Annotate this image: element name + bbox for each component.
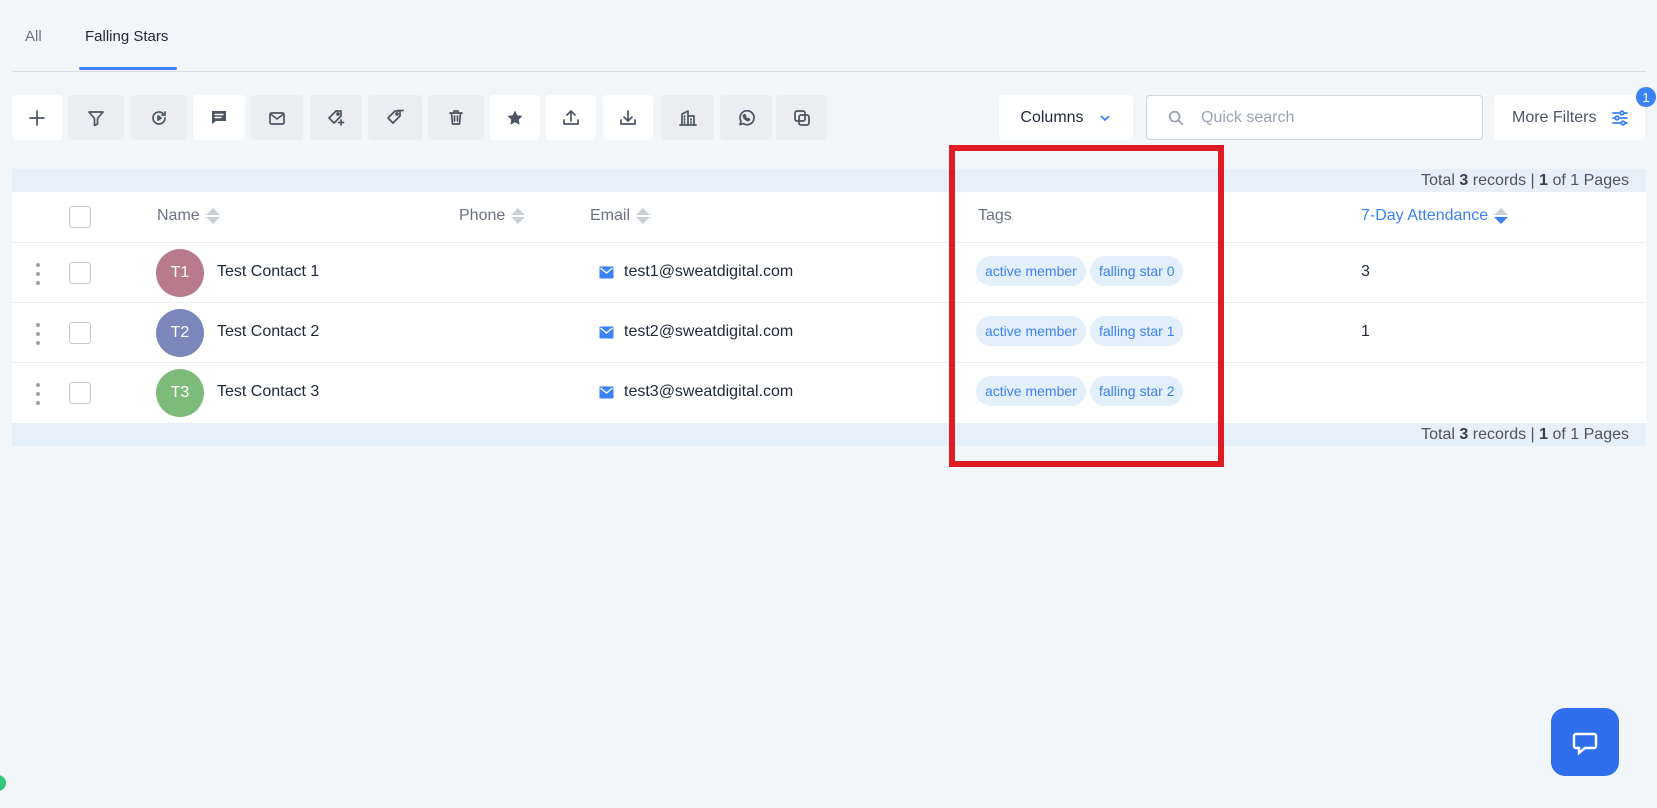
tags-highlight-box [949, 145, 1224, 467]
pager-total: 3 [1459, 172, 1469, 189]
import-icon [620, 109, 636, 125]
email-text: test3@sweatdigital.com [624, 383, 794, 400]
row-actions-icon[interactable] [32, 323, 44, 345]
table-row[interactable]: T1 Test Contact 1 test1@sweatdigital.com… [12, 243, 1646, 303]
avatar: T1 [156, 249, 204, 297]
automation-icon [152, 110, 166, 125]
quick-search [1146, 95, 1483, 140]
pager-of-text: of 1 Pages [1548, 426, 1629, 443]
row-checkbox[interactable] [69, 382, 91, 404]
pager-total: 3 [1459, 426, 1469, 443]
tab-all[interactable]: All [25, 28, 42, 45]
pager-page: 1 [1539, 172, 1549, 189]
pagination-summary-bottom: Total 3 records | 1 of 1 Pages [12, 423, 1646, 446]
more-filters-button[interactable]: More Filters [1494, 95, 1645, 140]
filter-count-badge: 1 [1636, 87, 1656, 107]
sort-desc-icon [1494, 208, 1509, 224]
view-tabs: All Falling Stars [12, 0, 1646, 72]
delete-button[interactable] [428, 95, 484, 140]
merge-icon [793, 109, 810, 126]
column-header-phone[interactable]: Phone [459, 207, 526, 225]
row-actions-icon[interactable] [32, 263, 44, 285]
column-label: 7-Day Attendance [1361, 207, 1489, 224]
quick-search-input[interactable] [1201, 108, 1471, 127]
import-button[interactable] [603, 95, 653, 140]
whatsapp-icon [739, 109, 755, 126]
envelope-icon [599, 326, 614, 338]
contact-name[interactable]: Test Contact 3 [217, 383, 319, 401]
row-actions-icon[interactable] [32, 383, 44, 405]
company-icon [678, 109, 697, 126]
column-label: Name [157, 207, 200, 224]
send-sms-button[interactable] [193, 95, 245, 140]
add-tag-icon [328, 109, 345, 126]
pager-records-text: records | [1468, 426, 1540, 443]
status-indicator [0, 775, 6, 791]
sms-icon [212, 110, 226, 124]
row-checkbox[interactable] [69, 262, 91, 284]
row-checkbox[interactable] [69, 322, 91, 344]
pagination-summary-top: Total 3 records | 1 of 1 Pages [12, 169, 1646, 192]
select-all-checkbox[interactable] [69, 206, 91, 228]
column-label: Email [590, 207, 631, 224]
search-icon [1168, 110, 1184, 125]
chat-bubble-icon [1572, 732, 1598, 756]
remove-tag-icon [387, 109, 404, 124]
contacts-table: Name Phone Email Tags 7-Day Attendance T… [12, 192, 1646, 423]
sort-icon [511, 208, 526, 224]
filter-icon [88, 110, 104, 126]
column-label: Phone [459, 207, 506, 224]
table-row[interactable]: T2 Test Contact 2 test2@sweatdigital.com… [12, 303, 1646, 363]
contact-email[interactable]: test1@sweatdigital.com [599, 263, 793, 281]
contact-name[interactable]: Test Contact 2 [217, 323, 319, 341]
active-tab-indicator [79, 67, 177, 70]
merge-button[interactable] [776, 95, 827, 140]
send-email-button[interactable] [251, 95, 303, 140]
table-header: Name Phone Email Tags 7-Day Attendance [12, 192, 1646, 243]
avatar: T3 [156, 369, 204, 417]
pager-records-text: records | [1468, 172, 1540, 189]
whatsapp-button[interactable] [720, 95, 772, 140]
filter-button[interactable] [68, 95, 124, 140]
pager-prefix: Total [1421, 426, 1460, 443]
envelope-icon [599, 386, 614, 398]
email-text: test2@sweatdigital.com [624, 323, 794, 340]
plus-icon [29, 109, 45, 126]
export-icon [563, 109, 579, 125]
attendance-value: 1 [1361, 323, 1370, 340]
delete-icon [449, 109, 463, 125]
contact-name[interactable]: Test Contact 1 [217, 263, 319, 281]
email-text: test1@sweatdigital.com [624, 263, 794, 280]
contact-email[interactable]: test3@sweatdigital.com [599, 383, 793, 401]
column-header-attendance[interactable]: 7-Day Attendance [1361, 207, 1509, 225]
tab-falling-stars[interactable]: Falling Stars [85, 28, 168, 45]
chevron-down-icon [1099, 114, 1110, 121]
sliders-icon [1612, 109, 1629, 126]
more-filters-label: More Filters [1512, 108, 1597, 126]
add-tag-button[interactable] [310, 95, 362, 140]
pager-prefix: Total [1421, 172, 1460, 189]
sort-icon [205, 208, 220, 224]
envelope-icon [599, 266, 614, 278]
contact-email[interactable]: test2@sweatdigital.com [599, 323, 793, 341]
columns-label: Columns [1020, 108, 1084, 126]
table-row[interactable]: T3 Test Contact 3 test3@sweatdigital.com… [12, 363, 1646, 423]
add-contact-button[interactable] [12, 95, 62, 140]
attendance-value: 3 [1361, 263, 1370, 280]
favorite-button[interactable] [490, 95, 540, 140]
remove-tag-button[interactable] [368, 95, 422, 140]
columns-button[interactable]: Columns [999, 95, 1133, 140]
star-icon [507, 110, 523, 125]
avatar: T2 [156, 309, 204, 357]
pager-page: 1 [1539, 426, 1549, 443]
company-button[interactable] [661, 95, 714, 140]
sort-icon [636, 208, 651, 224]
automation-button[interactable] [131, 95, 187, 140]
chat-widget-button[interactable] [1551, 708, 1619, 776]
pager-of-text: of 1 Pages [1548, 172, 1629, 189]
column-header-name[interactable]: Name [157, 207, 220, 225]
column-header-email[interactable]: Email [590, 207, 651, 225]
export-button[interactable] [546, 95, 596, 140]
email-icon [269, 111, 285, 125]
